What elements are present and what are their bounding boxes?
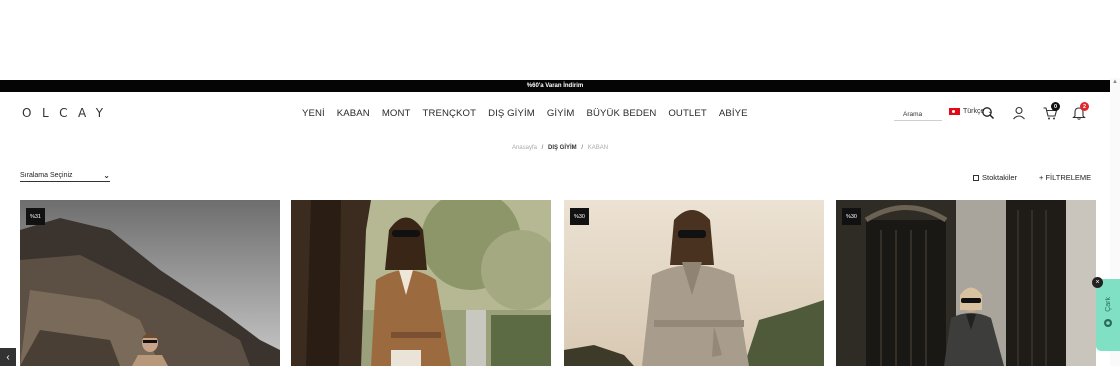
filter-button[interactable]: + FİLTRELEME bbox=[1039, 173, 1091, 182]
search-icon[interactable] bbox=[980, 105, 996, 121]
stock-filter-toggle[interactable]: Stoktakiler bbox=[973, 173, 1017, 182]
product-card[interactable] bbox=[291, 200, 551, 366]
notification-bell-icon[interactable]: 2 bbox=[1071, 102, 1089, 121]
breadcrumb-separator: / bbox=[541, 145, 544, 151]
breadcrumb-separator: / bbox=[581, 145, 584, 151]
breadcrumb-category[interactable]: DIŞ GİYİM bbox=[548, 145, 577, 151]
main-nav: YENİ KABAN MONT TRENÇKOT DIŞ GİYİM GİYİM… bbox=[302, 108, 748, 119]
sort-select[interactable]: Sıralama Seçiniz ⌄ bbox=[20, 170, 110, 182]
chevron-left-icon: ‹ bbox=[6, 351, 10, 363]
user-account-icon[interactable] bbox=[1011, 105, 1027, 121]
nav-item-mont[interactable]: MONT bbox=[382, 108, 411, 119]
nav-item-trenckot[interactable]: TRENÇKOT bbox=[422, 108, 476, 119]
product-image[interactable] bbox=[836, 200, 1096, 366]
product-image[interactable] bbox=[20, 200, 280, 366]
breadcrumb-home[interactable]: Anasayfa bbox=[512, 145, 537, 151]
carousel-prev-button[interactable]: ‹ bbox=[0, 348, 16, 366]
breadcrumb-current: KABAN bbox=[587, 145, 609, 151]
discount-badge: %30 bbox=[842, 208, 861, 225]
brand-logo[interactable]: OLCAY bbox=[22, 106, 114, 120]
sort-select-label: Sıralama Seçiniz bbox=[20, 172, 73, 179]
notification-count-badge: 2 bbox=[1080, 102, 1089, 111]
search-input[interactable]: Arama bbox=[894, 110, 942, 121]
nav-item-dis-giyim[interactable]: DIŞ GİYİM bbox=[488, 108, 535, 119]
nav-item-yeni[interactable]: YENİ bbox=[302, 108, 325, 119]
nav-item-kaban[interactable]: KABAN bbox=[337, 108, 370, 119]
nav-item-buyuk-beden[interactable]: BÜYÜK BEDEN bbox=[587, 108, 657, 119]
discount-badge: %31 bbox=[26, 208, 45, 225]
spin-wheel-label: Çark bbox=[1104, 296, 1112, 312]
stock-filter-checkbox[interactable] bbox=[973, 174, 979, 181]
nav-item-giyim[interactable]: GİYİM bbox=[547, 108, 575, 119]
top-blank-area bbox=[0, 0, 1120, 80]
close-icon[interactable]: × bbox=[1092, 277, 1103, 288]
product-image[interactable] bbox=[291, 200, 551, 366]
spin-wheel-widget[interactable]: Çark bbox=[1096, 279, 1120, 351]
chat-bubble-icon bbox=[1103, 315, 1113, 333]
scroll-up-arrow-icon[interactable]: ▲ bbox=[1112, 78, 1118, 86]
product-card[interactable]: %30 bbox=[564, 200, 824, 366]
stock-filter-label: Stoktakiler bbox=[982, 173, 1018, 182]
product-image[interactable] bbox=[564, 200, 824, 366]
discount-badge: %30 bbox=[570, 208, 589, 225]
cart-count-badge: 0 bbox=[1051, 102, 1060, 111]
promo-text: %60'a Varan İndirim bbox=[526, 83, 584, 89]
nav-item-outlet[interactable]: OUTLET bbox=[668, 108, 706, 119]
product-card[interactable]: %31 bbox=[20, 200, 280, 366]
shopping-cart-icon[interactable]: 0 bbox=[1042, 102, 1060, 121]
product-card[interactable]: %30 bbox=[836, 200, 1096, 366]
promo-bar[interactable]: %60'a Varan İndirim bbox=[0, 80, 1110, 92]
nav-item-abiye[interactable]: ABİYE bbox=[719, 108, 748, 119]
turkey-flag-icon bbox=[949, 108, 960, 115]
breadcrumb: Anasayfa / DIŞ GİYİM / KABAN bbox=[0, 145, 1120, 151]
chevron-down-icon: ⌄ bbox=[103, 171, 110, 180]
